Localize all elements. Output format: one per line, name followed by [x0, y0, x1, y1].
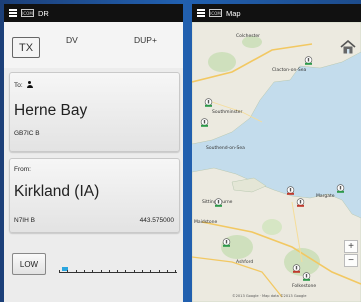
map-view[interactable]: Colchester Clacton-on-Sea Southminster S…: [192, 22, 361, 302]
zoom-in-button[interactable]: +: [344, 240, 358, 253]
map-label-southend: Southend-on-Sea: [206, 146, 245, 151]
meter-tick: [59, 270, 60, 273]
to-label: To:: [14, 82, 23, 89]
frequency: 443.575000: [139, 217, 174, 224]
dr-title-bar: ICOM DR: [4, 4, 183, 22]
dr-bottom-bar: LOW: [4, 239, 183, 302]
repeater-pin-icon[interactable]: [336, 180, 345, 193]
map-title-bar: ICOM Map: [192, 4, 361, 22]
from-station-name: Kirkland (IA): [14, 183, 100, 200]
zoom-out-button[interactable]: −: [344, 254, 358, 267]
repeater-pin-icon[interactable]: [204, 94, 213, 107]
map-label-colchester: Colchester: [236, 34, 260, 39]
to-callsign: GB7IC B: [14, 130, 40, 137]
app-icon: ICOM: [21, 9, 34, 17]
meter-tick: [166, 270, 168, 273]
meter-tick: [83, 270, 85, 273]
from-callsign: N7IH B: [14, 217, 35, 224]
map-label-folkestone: Folkestone: [292, 284, 317, 289]
map-label-southminster: Southminster: [212, 110, 243, 115]
to-station-card[interactable]: To: Herne Bay GB7IC B: [9, 72, 180, 152]
repeater-pin-icon[interactable]: [214, 194, 223, 207]
power-low-button[interactable]: LOW: [12, 253, 46, 275]
from-label: From:: [14, 166, 31, 173]
map-label-clacton: Clacton-on-Sea: [272, 68, 307, 73]
repeater-pin-icon[interactable]: [222, 234, 231, 247]
meter-tick: [150, 270, 152, 273]
repeater-pin-icon[interactable]: [200, 114, 209, 127]
screen-title: Map: [226, 8, 241, 18]
dr-screen: ICOM DR TX DV DUP+ To: Herne Bay GB7IC B…: [4, 4, 183, 302]
meter-tick: [125, 270, 127, 273]
meter-tick: [158, 270, 160, 273]
meter-tick: [133, 270, 135, 273]
meter-tick: [175, 270, 177, 273]
repeater-pin-icon[interactable]: [304, 52, 313, 65]
home-icon[interactable]: [338, 38, 358, 56]
meter-tick: [67, 270, 69, 273]
meter-tick: [117, 270, 119, 273]
map-label-ashford: Ashford: [236, 260, 254, 265]
dr-mode-bar: TX DV DUP+: [4, 22, 183, 68]
map-copyright: ©2013 Google · Map data ©2013 Google: [232, 294, 307, 298]
map-label-margate: Margate: [316, 194, 335, 199]
mode-duplex-label: DUP+: [134, 35, 157, 45]
mode-dv-label: DV: [66, 35, 78, 45]
meter-tick: [100, 270, 102, 273]
repeater-pin-icon[interactable]: [296, 194, 305, 207]
meter-tick: [75, 270, 77, 273]
repeater-pin-icon[interactable]: [286, 182, 295, 195]
map-label-maidstone: Maidstone: [194, 220, 218, 225]
screen-title: DR: [38, 8, 49, 18]
repeater-pin-icon[interactable]: [302, 268, 311, 281]
map-screen: ICOM Map Colchester Clacton-on-Sea South…: [192, 4, 361, 302]
map-canvas: [192, 22, 361, 302]
to-label-row: To:: [14, 81, 33, 89]
app-icon: ICOM: [209, 9, 222, 17]
meter-tick: [142, 270, 143, 273]
tx-button[interactable]: TX: [12, 37, 40, 58]
signal-meter: [59, 267, 177, 275]
menu-icon[interactable]: [9, 9, 17, 17]
user-icon: [26, 81, 33, 88]
from-station-card[interactable]: From: Kirkland (IA) N7IH B 443.575000: [9, 158, 180, 233]
menu-icon[interactable]: [197, 9, 205, 17]
to-station-name: Herne Bay: [14, 102, 88, 119]
meter-tick: [108, 270, 110, 273]
repeater-pin-icon[interactable]: [292, 260, 301, 273]
meter-tick: [92, 270, 94, 273]
